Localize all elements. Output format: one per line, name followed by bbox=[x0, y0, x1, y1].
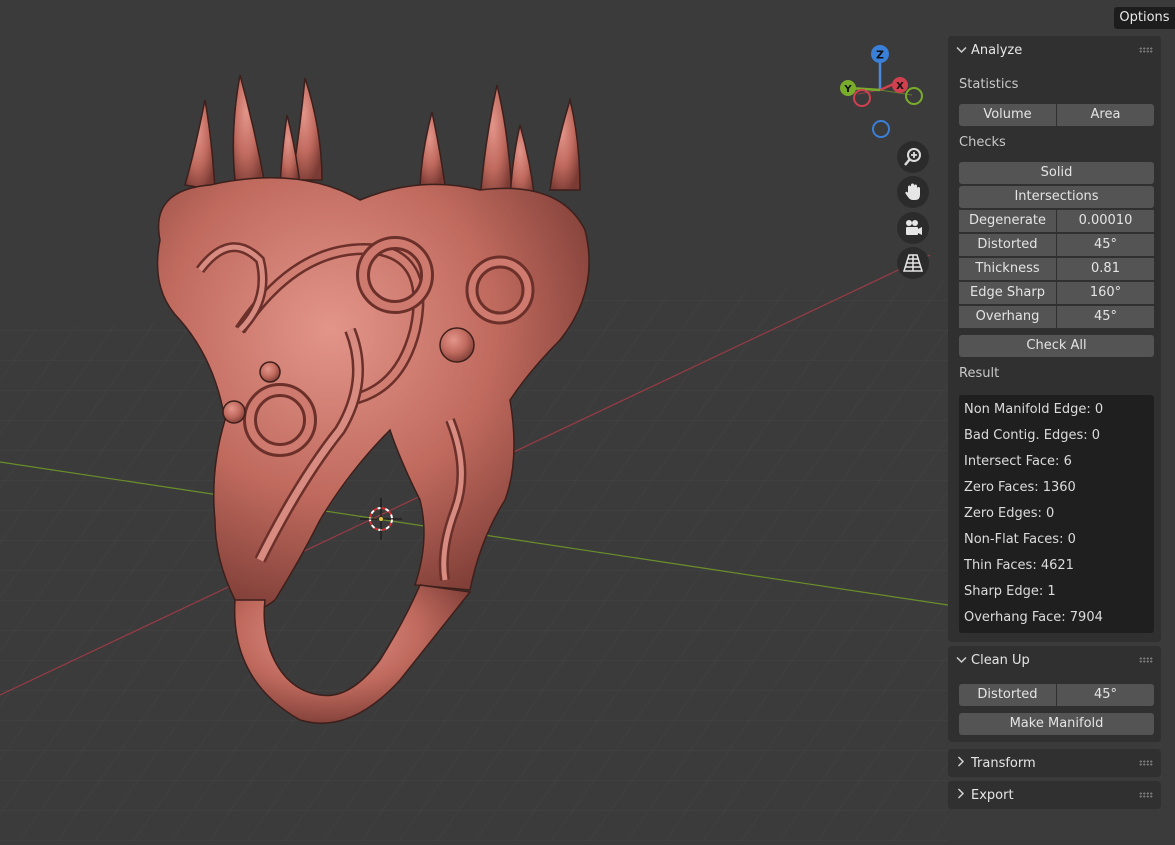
zoom-icon bbox=[904, 148, 921, 166]
export-panel: Export bbox=[948, 781, 1161, 809]
chevron-down-icon bbox=[951, 44, 971, 57]
degenerate-button[interactable]: Degenerate bbox=[959, 210, 1056, 232]
transform-panel-header[interactable]: Transform bbox=[948, 749, 1161, 777]
chevron-right-icon bbox=[951, 788, 971, 802]
hand-pan-icon bbox=[905, 183, 920, 200]
intersections-row: Intersections bbox=[959, 186, 1154, 208]
checks-label: Checks bbox=[959, 135, 1006, 150]
area-button[interactable]: Area bbox=[1057, 104, 1154, 126]
drag-grip-icon[interactable] bbox=[1139, 760, 1153, 766]
result-item[interactable]: Intersect Face: 6 bbox=[964, 454, 1072, 469]
distorted-button[interactable]: Distorted bbox=[959, 234, 1056, 256]
result-item[interactable]: Overhang Face: 7904 bbox=[964, 610, 1103, 625]
result-item[interactable]: Non Manifold Edge: 0 bbox=[964, 402, 1103, 417]
gizmo-neg-x-icon[interactable] bbox=[853, 89, 871, 107]
edge-sharp-value-field[interactable]: 160° bbox=[1057, 282, 1154, 304]
edge-sharp-button[interactable]: Edge Sharp bbox=[959, 282, 1056, 304]
result-item[interactable]: Zero Edges: 0 bbox=[964, 506, 1054, 521]
overhang-button[interactable]: Overhang bbox=[959, 306, 1056, 328]
drag-grip-icon[interactable] bbox=[1139, 792, 1153, 798]
transform-panel: Transform bbox=[948, 749, 1161, 777]
statistics-label: Statistics bbox=[959, 77, 1019, 92]
drag-grip-icon[interactable] bbox=[1139, 47, 1153, 53]
result-item[interactable]: Bad Contig. Edges: 0 bbox=[964, 428, 1100, 443]
transform-title: Transform bbox=[971, 755, 1036, 771]
analyze-panel-header[interactable]: Analyze bbox=[948, 36, 1161, 64]
camera-view-button[interactable] bbox=[897, 212, 929, 244]
solid-button[interactable]: Solid bbox=[959, 162, 1154, 184]
check-all-button[interactable]: Check All bbox=[959, 335, 1154, 357]
intersections-button[interactable]: Intersections bbox=[959, 186, 1154, 208]
cleanup-distorted-button[interactable]: Distorted bbox=[959, 684, 1056, 706]
check-row-edge-sharp: Edge Sharp 160° bbox=[959, 282, 1154, 304]
make-manifold-button[interactable]: Make Manifold bbox=[959, 713, 1154, 735]
result-item[interactable]: Thin Faces: 4621 bbox=[964, 558, 1074, 573]
result-label: Result bbox=[959, 366, 1000, 381]
chevron-right-icon bbox=[951, 756, 971, 770]
drag-grip-icon[interactable] bbox=[1139, 657, 1153, 663]
thickness-value-field[interactable]: 0.81 bbox=[1057, 258, 1154, 280]
check-row-thickness: Thickness 0.81 bbox=[959, 258, 1154, 280]
volume-button[interactable]: Volume bbox=[959, 104, 1056, 126]
zoom-button[interactable] bbox=[897, 141, 929, 173]
cleanup-distorted-row: Distorted 45° bbox=[959, 684, 1154, 706]
check-all-row: Check All bbox=[959, 335, 1154, 357]
camera-icon bbox=[906, 220, 922, 235]
gizmo-neg-z-icon[interactable] bbox=[872, 120, 890, 138]
cleanup-panel-header[interactable]: Clean Up bbox=[948, 646, 1161, 674]
export-panel-header[interactable]: Export bbox=[948, 781, 1161, 809]
overhang-value-field[interactable]: 45° bbox=[1057, 306, 1154, 328]
check-row-degenerate: Degenerate 0.00010 bbox=[959, 210, 1154, 232]
make-manifold-row: Make Manifold bbox=[959, 713, 1154, 735]
result-list: Non Manifold Edge: 0 Bad Contig. Edges: … bbox=[959, 395, 1154, 633]
result-item[interactable]: Zero Faces: 1360 bbox=[964, 480, 1076, 495]
perspective-toggle-button[interactable] bbox=[897, 247, 929, 279]
check-row-distorted: Distorted 45° bbox=[959, 234, 1154, 256]
gizmo-y-label: Y bbox=[843, 84, 852, 95]
chevron-down-icon bbox=[951, 654, 971, 667]
statistics-buttons: Volume Area bbox=[959, 104, 1154, 126]
result-item[interactable]: Non-Flat Faces: 0 bbox=[964, 532, 1076, 547]
analyze-panel: Analyze Statistics Volume Area Checks So… bbox=[948, 36, 1161, 642]
degenerate-value-field[interactable]: 0.00010 bbox=[1057, 210, 1154, 232]
cleanup-panel: Clean Up Distorted 45° Make Manifold bbox=[948, 646, 1161, 742]
navigation-gizmo[interactable]: Z X Y bbox=[836, 42, 932, 140]
solid-row: Solid bbox=[959, 162, 1154, 184]
thickness-button[interactable]: Thickness bbox=[959, 258, 1056, 280]
perspective-grid-icon bbox=[902, 254, 924, 272]
options-button[interactable]: Options bbox=[1114, 7, 1175, 29]
export-title: Export bbox=[971, 787, 1014, 803]
distorted-value-field[interactable]: 45° bbox=[1057, 234, 1154, 256]
gizmo-x-label: X bbox=[896, 81, 904, 92]
gizmo-z-label: Z bbox=[876, 49, 884, 62]
result-item[interactable]: Sharp Edge: 1 bbox=[964, 584, 1056, 599]
viewport-scene bbox=[0, 0, 949, 841]
sidebar: Analyze Statistics Volume Area Checks So… bbox=[948, 36, 1161, 841]
gizmo-neg-y-icon[interactable] bbox=[905, 87, 923, 105]
cleanup-title: Clean Up bbox=[971, 652, 1030, 668]
pan-button[interactable] bbox=[897, 176, 929, 208]
analyze-title: Analyze bbox=[971, 42, 1023, 58]
cleanup-distorted-value-field[interactable]: 45° bbox=[1057, 684, 1154, 706]
check-row-overhang: Overhang 45° bbox=[959, 306, 1154, 328]
